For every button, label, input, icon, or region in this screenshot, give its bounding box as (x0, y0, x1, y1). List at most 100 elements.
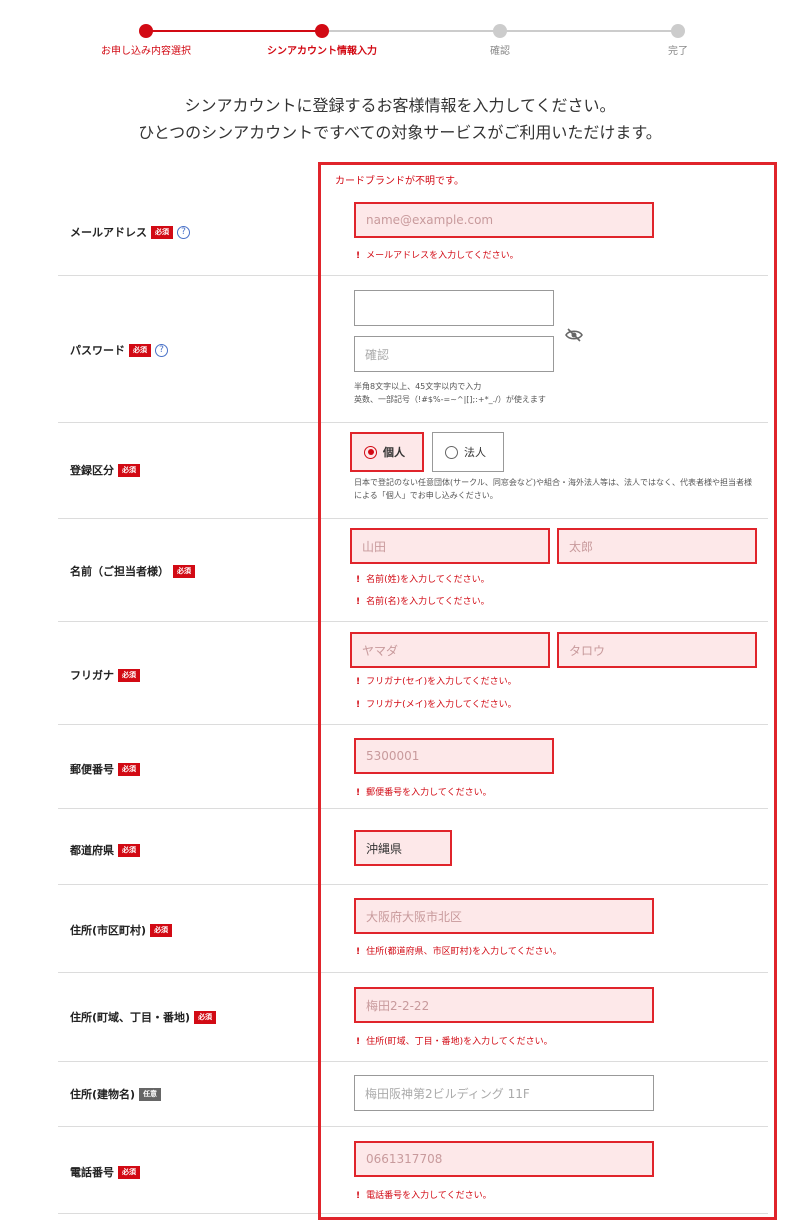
last-name-error-text: 名前(姓)を入力してください。 (366, 575, 490, 585)
furigana-label-text: フリガナ (70, 669, 114, 682)
required-badge: 必須 (118, 463, 140, 477)
step-label-input: シンアカウント情報入力 (267, 46, 377, 57)
building-input[interactable]: 梅田阪神第2ビルディング 11F (354, 1075, 654, 1111)
required-badge: 必須 (194, 1010, 217, 1024)
radio-corporate-label: 法人 (464, 446, 486, 459)
required-badge: 必須 (118, 668, 140, 682)
city-error-text: 住所(都道府県、市区町村)を入力してください。 (366, 947, 562, 957)
error-icon: ! (356, 575, 361, 585)
error-icon: ! (356, 788, 361, 798)
email-error: ! メールアドレスを入力してください。 (356, 248, 519, 261)
city-label: 住所(市区町村) 必須 (70, 922, 173, 938)
first-name-input[interactable]: 太郎 (557, 528, 757, 564)
row-divider (58, 275, 768, 276)
row-divider (58, 972, 768, 973)
eye-slash-icon[interactable] (565, 328, 583, 342)
name-label: 名前（ご担当者様） 必須 (70, 563, 195, 579)
furigana-last-error-text: フリガナ(セイ)を入力してください。 (366, 677, 517, 687)
building-label-text: 住所(建物名) (70, 1088, 136, 1101)
row-divider (58, 724, 768, 725)
street-input[interactable]: 梅田2-2-22 (354, 987, 654, 1023)
password-label-text: パスワード (70, 344, 125, 357)
furigana-label: フリガナ 必須 (70, 667, 140, 683)
required-badge: 必須 (151, 225, 173, 239)
radio-checked-icon (364, 445, 377, 459)
street-label-text: 住所(町域、丁目・番地) (70, 1011, 191, 1024)
radio-individual-label: 個人 (383, 446, 405, 459)
password-confirm-input[interactable]: 確認 (354, 336, 554, 372)
furigana-last-error: ! フリガナ(セイ)を入力してください。 (356, 674, 517, 687)
required-badge: 必須 (150, 923, 173, 937)
phone-error-text: 電話番号を入力してください。 (366, 1191, 492, 1201)
step-label-select: お申し込み内容選択 (101, 46, 191, 57)
postal-code-error: ! 郵便番号を入力してください。 (356, 785, 492, 798)
password-note: 半角8文字以上、45文字以内で入力 英数、一部記号（!#$%-=~^|[];:+… (354, 380, 546, 406)
furigana-first-error-text: フリガナ(メイ)を入力してください。 (366, 700, 517, 710)
step-connector-1 (146, 30, 322, 32)
radio-corporate[interactable]: 法人 (432, 432, 504, 472)
street-label: 住所(町域、丁目・番地) 必須 (70, 1009, 217, 1025)
city-input[interactable]: 大阪府大阪市北区 (354, 898, 654, 934)
password-input[interactable] (354, 290, 554, 326)
radio-individual[interactable]: 個人 (350, 432, 424, 472)
postal-code-error-text: 郵便番号を入力してください。 (366, 788, 492, 798)
email-label: メールアドレス 必須 ? (70, 224, 190, 240)
error-icon: ! (356, 251, 361, 261)
row-divider (58, 621, 768, 622)
first-name-error: ! 名前(名)を入力してください。 (356, 594, 490, 607)
building-label: 住所(建物名) 任意 (70, 1086, 162, 1102)
phone-input[interactable]: 0661317708 (354, 1141, 654, 1177)
email-error-text: メールアドレスを入力してください。 (366, 251, 519, 261)
intro-line-2: ひとつのシンアカウントですべての対象サービスがご利用いただけます。 (138, 123, 662, 142)
postal-code-input[interactable]: 5300001 (354, 738, 554, 774)
error-icon: ! (356, 597, 361, 607)
phone-label: 電話番号 必須 (70, 1164, 140, 1180)
registration-type-label-text: 登録区分 (70, 464, 114, 477)
required-badge: 必須 (118, 1165, 140, 1179)
row-divider (58, 518, 768, 519)
row-divider (58, 1213, 768, 1214)
step-connector-2 (322, 30, 500, 32)
password-note-line-2: 英数、一部記号（!#$%-=~^|[];:+*_./）が使えます (354, 395, 546, 404)
error-icon: ! (356, 1037, 361, 1047)
furigana-last-input[interactable]: ヤマダ (350, 632, 550, 668)
help-icon[interactable]: ? (177, 225, 190, 239)
last-name-input[interactable]: 山田 (350, 528, 550, 564)
error-icon: ! (356, 1191, 361, 1201)
street-error: ! 住所(町域、丁目・番地)を入力してください。 (356, 1034, 553, 1047)
last-name-error: ! 名前(姓)を入力してください。 (356, 572, 490, 585)
email-label-text: メールアドレス (70, 226, 147, 239)
error-icon: ! (356, 677, 361, 687)
row-divider (58, 884, 768, 885)
prefecture-label: 都道府県 必須 (70, 842, 140, 858)
step-label-complete: 完了 (668, 46, 688, 57)
step-dot-3 (493, 24, 507, 38)
step-dot-1 (139, 24, 153, 38)
progress-stepper: お申し込み内容選択 シンアカウント情報入力 確認 完了 (0, 0, 800, 70)
required-badge: 必須 (129, 343, 151, 357)
password-label: パスワード 必須 ? (70, 342, 168, 358)
error-icon: ! (356, 700, 361, 710)
intro-text: シンアカウントに登録するお客様情報を入力してください。 ひとつのシンアカウントで… (0, 92, 800, 146)
row-divider (58, 1126, 768, 1127)
prefecture-select[interactable]: 沖縄県 (354, 830, 452, 866)
row-divider (58, 422, 768, 423)
step-dot-4 (671, 24, 685, 38)
required-badge: 必須 (173, 564, 195, 578)
row-divider (58, 808, 768, 809)
card-brand-error: カードブランドが不明です。 (335, 176, 464, 187)
postal-code-label: 郵便番号 必須 (70, 761, 140, 777)
furigana-first-input[interactable]: タロウ (557, 632, 757, 668)
help-icon[interactable]: ? (155, 343, 168, 357)
city-error: ! 住所(都道府県、市区町村)を入力してください。 (356, 944, 562, 957)
intro-line-1: シンアカウントに登録するお客様情報を入力してください。 (184, 96, 616, 115)
step-connector-3 (500, 30, 678, 32)
street-error-text: 住所(町域、丁目・番地)を入力してください。 (366, 1037, 553, 1047)
required-badge: 必須 (118, 762, 140, 776)
email-input[interactable]: name@example.com (354, 202, 654, 238)
radio-unchecked-icon (445, 445, 458, 459)
registration-type-note-text: 日本で登記のない任意団体(サークル、同窓会など)や組合・海外法人等は、法人ではな… (354, 478, 752, 500)
password-note-line-1: 半角8文字以上、45文字以内で入力 (354, 382, 482, 391)
prefecture-label-text: 都道府県 (70, 844, 114, 857)
row-divider (58, 1061, 768, 1062)
